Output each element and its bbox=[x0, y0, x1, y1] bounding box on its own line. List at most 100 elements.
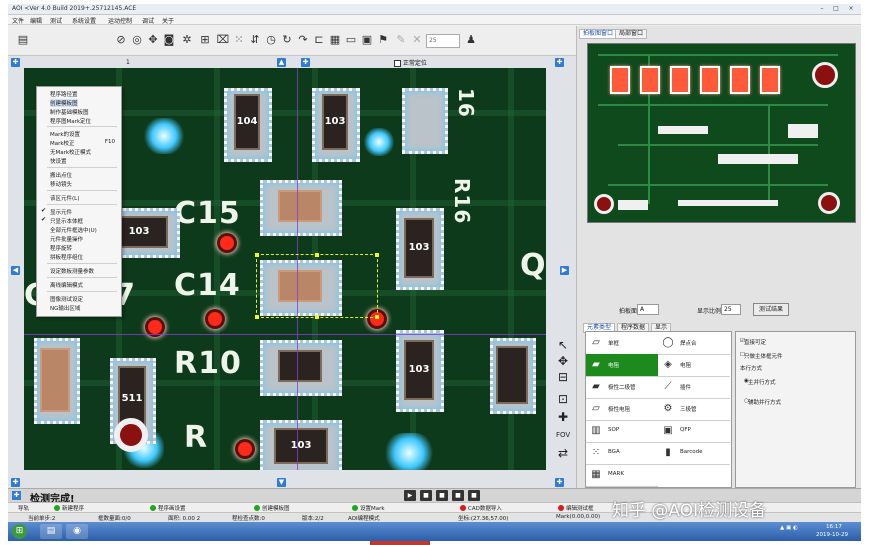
menu-item[interactable]: 拼板程序组位 bbox=[50, 253, 83, 261]
target-icon[interactable]: ◎ bbox=[130, 33, 144, 47]
folder-icon[interactable]: ▣ bbox=[360, 33, 374, 47]
minimize-button[interactable]: – bbox=[816, 5, 828, 13]
nav-down-right-icon[interactable]: ✚ bbox=[555, 478, 564, 487]
component-solder[interactable]: ◯ 焊点合 bbox=[658, 332, 730, 355]
workflow-step-program-settings[interactable]: 程序画设置 bbox=[158, 504, 186, 512]
explorer-taskbar-icon[interactable]: ▤ bbox=[40, 524, 62, 539]
resize-handle[interactable] bbox=[255, 253, 259, 257]
resize-handle[interactable] bbox=[315, 315, 319, 319]
menu-motion-control[interactable]: 运动控制 bbox=[108, 16, 132, 25]
maximize-button[interactable]: □ bbox=[830, 5, 842, 13]
menu-item[interactable]: 图像测试设定 bbox=[50, 295, 83, 303]
menu-file[interactable]: 文件 bbox=[12, 16, 24, 25]
menu-item[interactable]: Mark校正 bbox=[50, 139, 75, 147]
menu-item[interactable]: 程序图Mark定位 bbox=[50, 117, 91, 125]
move-tool-icon[interactable]: ✥ bbox=[556, 354, 570, 368]
open-icon[interactable]: ▤ bbox=[16, 33, 30, 47]
component-qfp[interactable]: ▣ QFP bbox=[658, 420, 730, 443]
component-plugin[interactable]: ⟋ 插件 bbox=[658, 376, 730, 399]
selection-box[interactable] bbox=[255, 253, 379, 319]
layers-icon[interactable]: ▦ bbox=[328, 33, 342, 47]
aux-parallel-radio[interactable]: ○ 辅助并行方式 bbox=[744, 398, 781, 406]
nav-up-icon[interactable]: ▲ bbox=[277, 58, 286, 67]
board-preview[interactable] bbox=[587, 43, 856, 223]
menu-item[interactable]: 该区元件(L) bbox=[50, 194, 79, 202]
body-only-checkbox[interactable]: ☐ 只做主体框元件 bbox=[740, 352, 783, 360]
nav-down-icon[interactable]: ▼ bbox=[277, 478, 286, 487]
timer-icon[interactable]: ◷ bbox=[264, 33, 278, 47]
component-bga[interactable]: ⁙ BGA bbox=[586, 442, 658, 465]
resize-handle[interactable] bbox=[375, 315, 379, 319]
user-icon[interactable]: ♟ bbox=[464, 33, 478, 47]
nav-up-left-icon[interactable]: ✚ bbox=[11, 58, 20, 67]
erase-icon[interactable]: ✕ bbox=[410, 33, 424, 47]
component-capacitor[interactable]: ◈ 电阻 bbox=[658, 354, 730, 377]
menu-item[interactable]: 移动镜头 bbox=[50, 180, 72, 188]
menu-debug[interactable]: 调试 bbox=[142, 16, 154, 25]
menu-edit[interactable]: 编辑 bbox=[30, 16, 42, 25]
swap-tool-icon[interactable]: ⇄ bbox=[556, 446, 570, 460]
menu-item[interactable]: Mark的设置 bbox=[50, 130, 80, 138]
menu-item[interactable]: 程序路径置 bbox=[50, 90, 78, 98]
pointer-tool-icon[interactable]: ↖ bbox=[556, 338, 570, 352]
component-polar-diode[interactable]: ▰ 极性二极管 bbox=[586, 376, 658, 399]
record-button[interactable]: ■ bbox=[468, 490, 480, 501]
car-tool-icon[interactable]: ⊟ bbox=[556, 370, 570, 384]
menu-system-settings[interactable]: 系统设置 bbox=[72, 16, 96, 25]
direct-checkbox[interactable]: ☑ 直接可定 bbox=[740, 338, 766, 346]
resize-handle[interactable] bbox=[315, 253, 319, 257]
component-sop[interactable]: ▥ SOP bbox=[586, 420, 658, 443]
normal-position-checkbox[interactable]: 正常定位 bbox=[394, 58, 427, 67]
component-transistor[interactable]: ⚙ 三极管 bbox=[658, 398, 730, 421]
settings-icon[interactable]: ✲ bbox=[180, 33, 194, 47]
board-select[interactable]: A bbox=[637, 304, 659, 315]
menu-item[interactable]: 制作基础模板图 bbox=[50, 108, 89, 116]
start-button-icon[interactable]: ⊞ bbox=[12, 524, 27, 539]
menu-item[interactable]: 程序旋转 bbox=[50, 244, 72, 252]
save-frame-button[interactable]: ■ bbox=[452, 490, 464, 501]
menu-item[interactable]: 快设置 bbox=[50, 157, 67, 165]
test-result-button[interactable]: 测试结果 bbox=[753, 303, 789, 316]
menu-about[interactable]: 关于 bbox=[162, 16, 174, 25]
move-icon[interactable]: ⇵ bbox=[248, 33, 262, 47]
nav-left-icon[interactable]: ◀ bbox=[11, 266, 20, 275]
menu-item[interactable]: 只显示本体框 bbox=[50, 217, 83, 225]
frame-tool-icon[interactable]: ⊡ bbox=[556, 392, 570, 406]
grid-icon[interactable]: ⊞ bbox=[198, 33, 212, 47]
menu-item[interactable]: 创建模板图 bbox=[50, 99, 78, 107]
tab-local-window[interactable]: 局部窗口 bbox=[615, 29, 648, 39]
menu-item[interactable]: 设定数板测量参数 bbox=[50, 267, 94, 275]
component-barcode[interactable]: ▮ Barcode bbox=[658, 442, 730, 465]
nav-right-icon[interactable]: ▶ bbox=[560, 266, 569, 275]
main-parallel-radio[interactable]: ◉ 主并行方式 bbox=[744, 378, 776, 386]
workflow-step-create-template[interactable]: 创建模板图 bbox=[262, 504, 290, 512]
menu-item[interactable]: 无Mark校正模式 bbox=[50, 148, 91, 156]
refresh-icon[interactable]: ↻ bbox=[280, 33, 294, 47]
workflow-step-set-mark[interactable]: 设置Mark bbox=[360, 504, 385, 512]
menu-item[interactable]: 元件批量操作 bbox=[50, 235, 83, 243]
resize-handle[interactable] bbox=[375, 253, 379, 257]
stop-button[interactable]: ■ bbox=[420, 490, 432, 501]
workflow-step-cad-import[interactable]: CAD数据导入 bbox=[468, 504, 502, 512]
workflow-step-edit-test-box[interactable]: 编辑测试框 bbox=[566, 504, 594, 512]
crop-icon[interactable]: ⊏ bbox=[312, 33, 326, 47]
fov-tool-icon[interactable]: FOV bbox=[556, 428, 570, 442]
tab-board-window[interactable]: 拍板图窗口 bbox=[579, 29, 618, 39]
menu-test[interactable]: 测试 bbox=[50, 16, 62, 25]
edit-icon[interactable]: ✎ bbox=[394, 33, 408, 47]
menu-item[interactable]: 全部元件框选中(U) bbox=[50, 226, 97, 234]
pan-icon[interactable]: ⌧ bbox=[216, 33, 230, 47]
component-single-box[interactable]: ▱ 单框 bbox=[586, 332, 658, 355]
status-add-icon[interactable]: ✚ bbox=[12, 491, 21, 500]
nav-add-icon[interactable]: ✚ bbox=[301, 58, 310, 67]
dots-icon[interactable]: ⁙ bbox=[232, 33, 246, 47]
menu-item[interactable]: 显示元件 bbox=[50, 208, 72, 216]
aim-icon[interactable]: ✥ bbox=[146, 33, 160, 47]
camera-icon[interactable]: ◙ bbox=[162, 33, 176, 47]
component-polar-resistor[interactable]: ▱ 极性电阻 bbox=[586, 398, 658, 421]
step-button[interactable]: ■ bbox=[436, 490, 448, 501]
component-mark[interactable]: ▦ MARK bbox=[586, 464, 658, 487]
monitor-icon[interactable]: ▭ bbox=[344, 33, 358, 47]
menu-item[interactable]: 离线编辑模式 bbox=[50, 281, 83, 289]
play-button[interactable]: ▶ bbox=[404, 490, 416, 501]
